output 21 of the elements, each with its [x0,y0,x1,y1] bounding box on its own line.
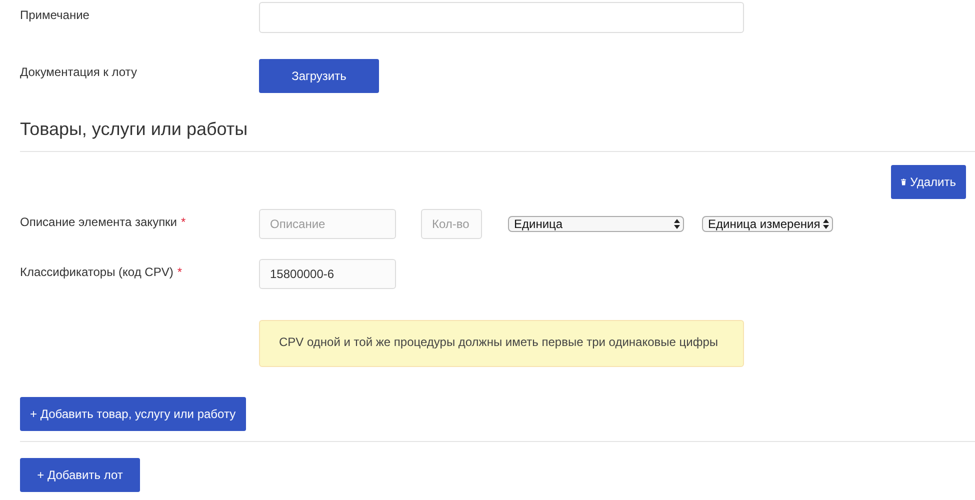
field-label: Описание элемента закупки [20,214,178,229]
field-label: Документация к лоту [20,64,138,81]
cpv-field[interactable]: 15800000-6 [259,258,396,289]
trash-icon [901,176,906,187]
dropdown-arrows-icon [674,218,680,229]
quantity-field[interactable]: Кол-во [421,208,482,239]
unit-select[interactable]: Единица измерения [702,216,834,232]
upload-button[interactable]: Загрузить [259,59,379,93]
dropdown-arrows-icon [823,218,830,229]
delete-button[interactable]: Удалить [891,164,966,199]
add-item-button[interactable]: + Добавить товар, услугу или работу [20,396,246,431]
description-field[interactable]: Описание [259,208,396,239]
add-lot-button[interactable]: + Добавить лот [20,458,140,492]
section-title: Товары, услуги или работы [20,119,249,141]
unit-select[interactable]: Единица [508,216,684,232]
notice-message: CPV одной и той же процедуры должны иметь первые три одинаковые цифры [259,320,744,367]
required-mark: * [177,264,182,279]
required-mark: * [181,214,186,229]
field-label: Примечание [20,7,90,24]
note-field[interactable] [259,2,744,33]
field-label: Классификаторы (код CPV) [20,264,174,279]
